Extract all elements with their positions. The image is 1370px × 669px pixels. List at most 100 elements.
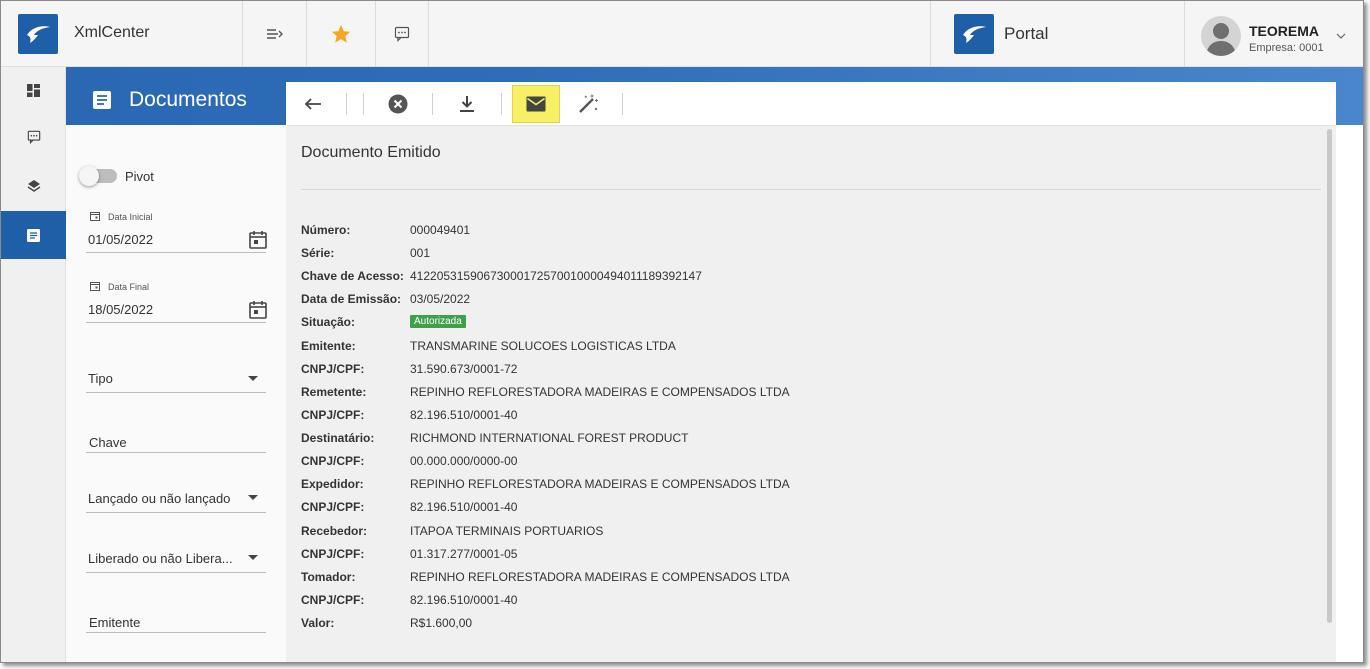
app-window: XmlCenter Portal TEOREMA Empresa: 0001 D…: [0, 0, 1364, 663]
avatar[interactable]: [1201, 16, 1241, 56]
input-underline: [86, 252, 266, 253]
field-value: 03/05/2022: [410, 292, 471, 307]
field-label: CNPJ/CPF:: [301, 361, 365, 376]
chevron-down-icon[interactable]: [1336, 27, 1346, 45]
field-label: Destinatário:: [301, 431, 375, 446]
field-label: Data de Emissão:: [301, 292, 402, 307]
field-value: R$1.600,00: [410, 616, 473, 631]
side-rail: [1, 67, 66, 662]
field-value: 4122053159067300017257001000049401118939…: [410, 269, 702, 284]
field-value: REPINHO REFLORESTADORA MADEIRAS E COMPEN…: [410, 477, 790, 492]
divider: [242, 1, 243, 67]
field-value: REPINHO REFLORESTADORA MADEIRAS E COMPEN…: [410, 569, 790, 584]
liberado-select[interactable]: Liberado ou não Libera...: [88, 551, 233, 566]
dropdown-arrow-icon[interactable]: [248, 555, 258, 560]
field-value: 31.590.673/0001-72: [410, 361, 518, 376]
input-underline: [86, 572, 266, 573]
field-value: ITAPOA TERMINAIS PORTUARIOS: [410, 523, 604, 538]
rail-item-dashboard[interactable]: [1, 67, 66, 113]
divider: [301, 189, 1321, 190]
cancel-button[interactable]: [385, 85, 411, 123]
scrollbar[interactable]: [1327, 129, 1332, 623]
field-label: Remetente:: [301, 384, 367, 399]
field-label: Chave de Acesso:: [301, 269, 404, 284]
user-company: Empresa: 0001: [1249, 42, 1324, 54]
dropdown-arrow-icon[interactable]: [248, 376, 258, 381]
layers-icon: [27, 180, 40, 192]
rail-item-documents[interactable]: [1, 211, 66, 259]
divider: [346, 93, 347, 115]
field-value: 01.317.277/0001-05: [410, 546, 518, 561]
input-underline: [86, 322, 266, 323]
field-value: TRANSMARINE SOLUCOES LOGISTICAS LTDA: [410, 338, 676, 353]
field-label: Tomador:: [301, 569, 356, 584]
document-icon: [27, 228, 40, 242]
field-label: CNPJ/CPF:: [301, 500, 365, 515]
input-underline: [86, 392, 266, 393]
field-value: RICHMOND INTERNATIONAL FOREST PRODUCT: [410, 431, 689, 446]
field-value: REPINHO REFLORESTADORA MADEIRAS E COMPEN…: [410, 384, 790, 399]
back-arrow-icon: [304, 98, 321, 110]
field-label: Emitente:: [301, 338, 356, 353]
divider: [375, 1, 376, 67]
divider: [1184, 1, 1185, 67]
divider: [306, 1, 307, 67]
pivot-toggle[interactable]: [79, 166, 117, 186]
divider: [622, 93, 623, 115]
portal-link[interactable]: Portal: [1004, 24, 1048, 44]
divider: [930, 1, 931, 67]
data-final-input[interactable]: 18/05/2022: [88, 302, 153, 317]
app-title: XmlCenter: [74, 24, 150, 41]
divider: [428, 1, 429, 67]
cancel-circle-icon: [388, 94, 408, 114]
field-value: 00.000.000/0000-00: [410, 454, 518, 469]
field-value: 82.196.510/0001-40: [410, 500, 518, 515]
tipo-select[interactable]: Tipo: [88, 371, 113, 386]
chat-icon[interactable]: [389, 21, 415, 47]
toggle-knob: [79, 166, 99, 186]
field-label: Expedidor:: [301, 477, 364, 492]
portal-logo-icon[interactable]: [954, 14, 994, 54]
field-label: Recebedor:: [301, 523, 368, 538]
field-label: CNPJ/CPF:: [301, 592, 365, 607]
page-title: Documentos: [129, 88, 247, 111]
data-inicial-input[interactable]: 01/05/2022: [88, 232, 153, 247]
calendar-small-icon: [90, 212, 100, 221]
field-value: 000049401: [410, 223, 471, 237]
emitente-input[interactable]: Emitente: [89, 615, 140, 630]
app-logo-icon[interactable]: [18, 14, 58, 54]
back-button[interactable]: [299, 85, 327, 123]
download-button[interactable]: [454, 85, 480, 123]
dashboard-icon: [27, 83, 40, 97]
dropdown-arrow-icon[interactable]: [248, 495, 258, 500]
field-label: Valor:: [301, 616, 335, 631]
user-name: TEOREMA: [1249, 23, 1319, 39]
field-label: Situação:: [301, 315, 356, 330]
field-value: 001: [410, 246, 431, 261]
rail-item-messages[interactable]: [1, 114, 66, 160]
field-label: Série:: [301, 246, 335, 261]
email-button[interactable]: [512, 85, 560, 123]
menu-collapse-icon[interactable]: [262, 21, 288, 47]
chave-input[interactable]: Chave: [89, 435, 127, 450]
document-heading: Documento Emitido: [301, 144, 441, 161]
pivot-label: Pivot: [125, 169, 154, 184]
lancado-select[interactable]: Lançado ou não lançado: [88, 491, 230, 506]
field-label: Número:: [301, 223, 351, 237]
magic-wand-button[interactable]: [575, 85, 601, 123]
divider: [432, 93, 433, 115]
email-icon: [526, 96, 546, 112]
magic-wand-icon: [579, 94, 598, 113]
calendar-small-icon: [90, 282, 100, 291]
data-final-label: Data Final: [108, 282, 150, 292]
download-icon: [460, 96, 474, 112]
rail-item-layers[interactable]: [1, 163, 66, 209]
chat-icon: [27, 130, 40, 144]
field-label: CNPJ/CPF:: [301, 407, 365, 422]
star-icon[interactable]: [328, 21, 354, 47]
field-label: CNPJ/CPF:: [301, 454, 365, 469]
calendar-icon[interactable]: [248, 300, 268, 320]
calendar-icon[interactable]: [248, 230, 268, 250]
field-label: CNPJ/CPF:: [301, 546, 365, 561]
document-toolbar: [286, 82, 1336, 126]
